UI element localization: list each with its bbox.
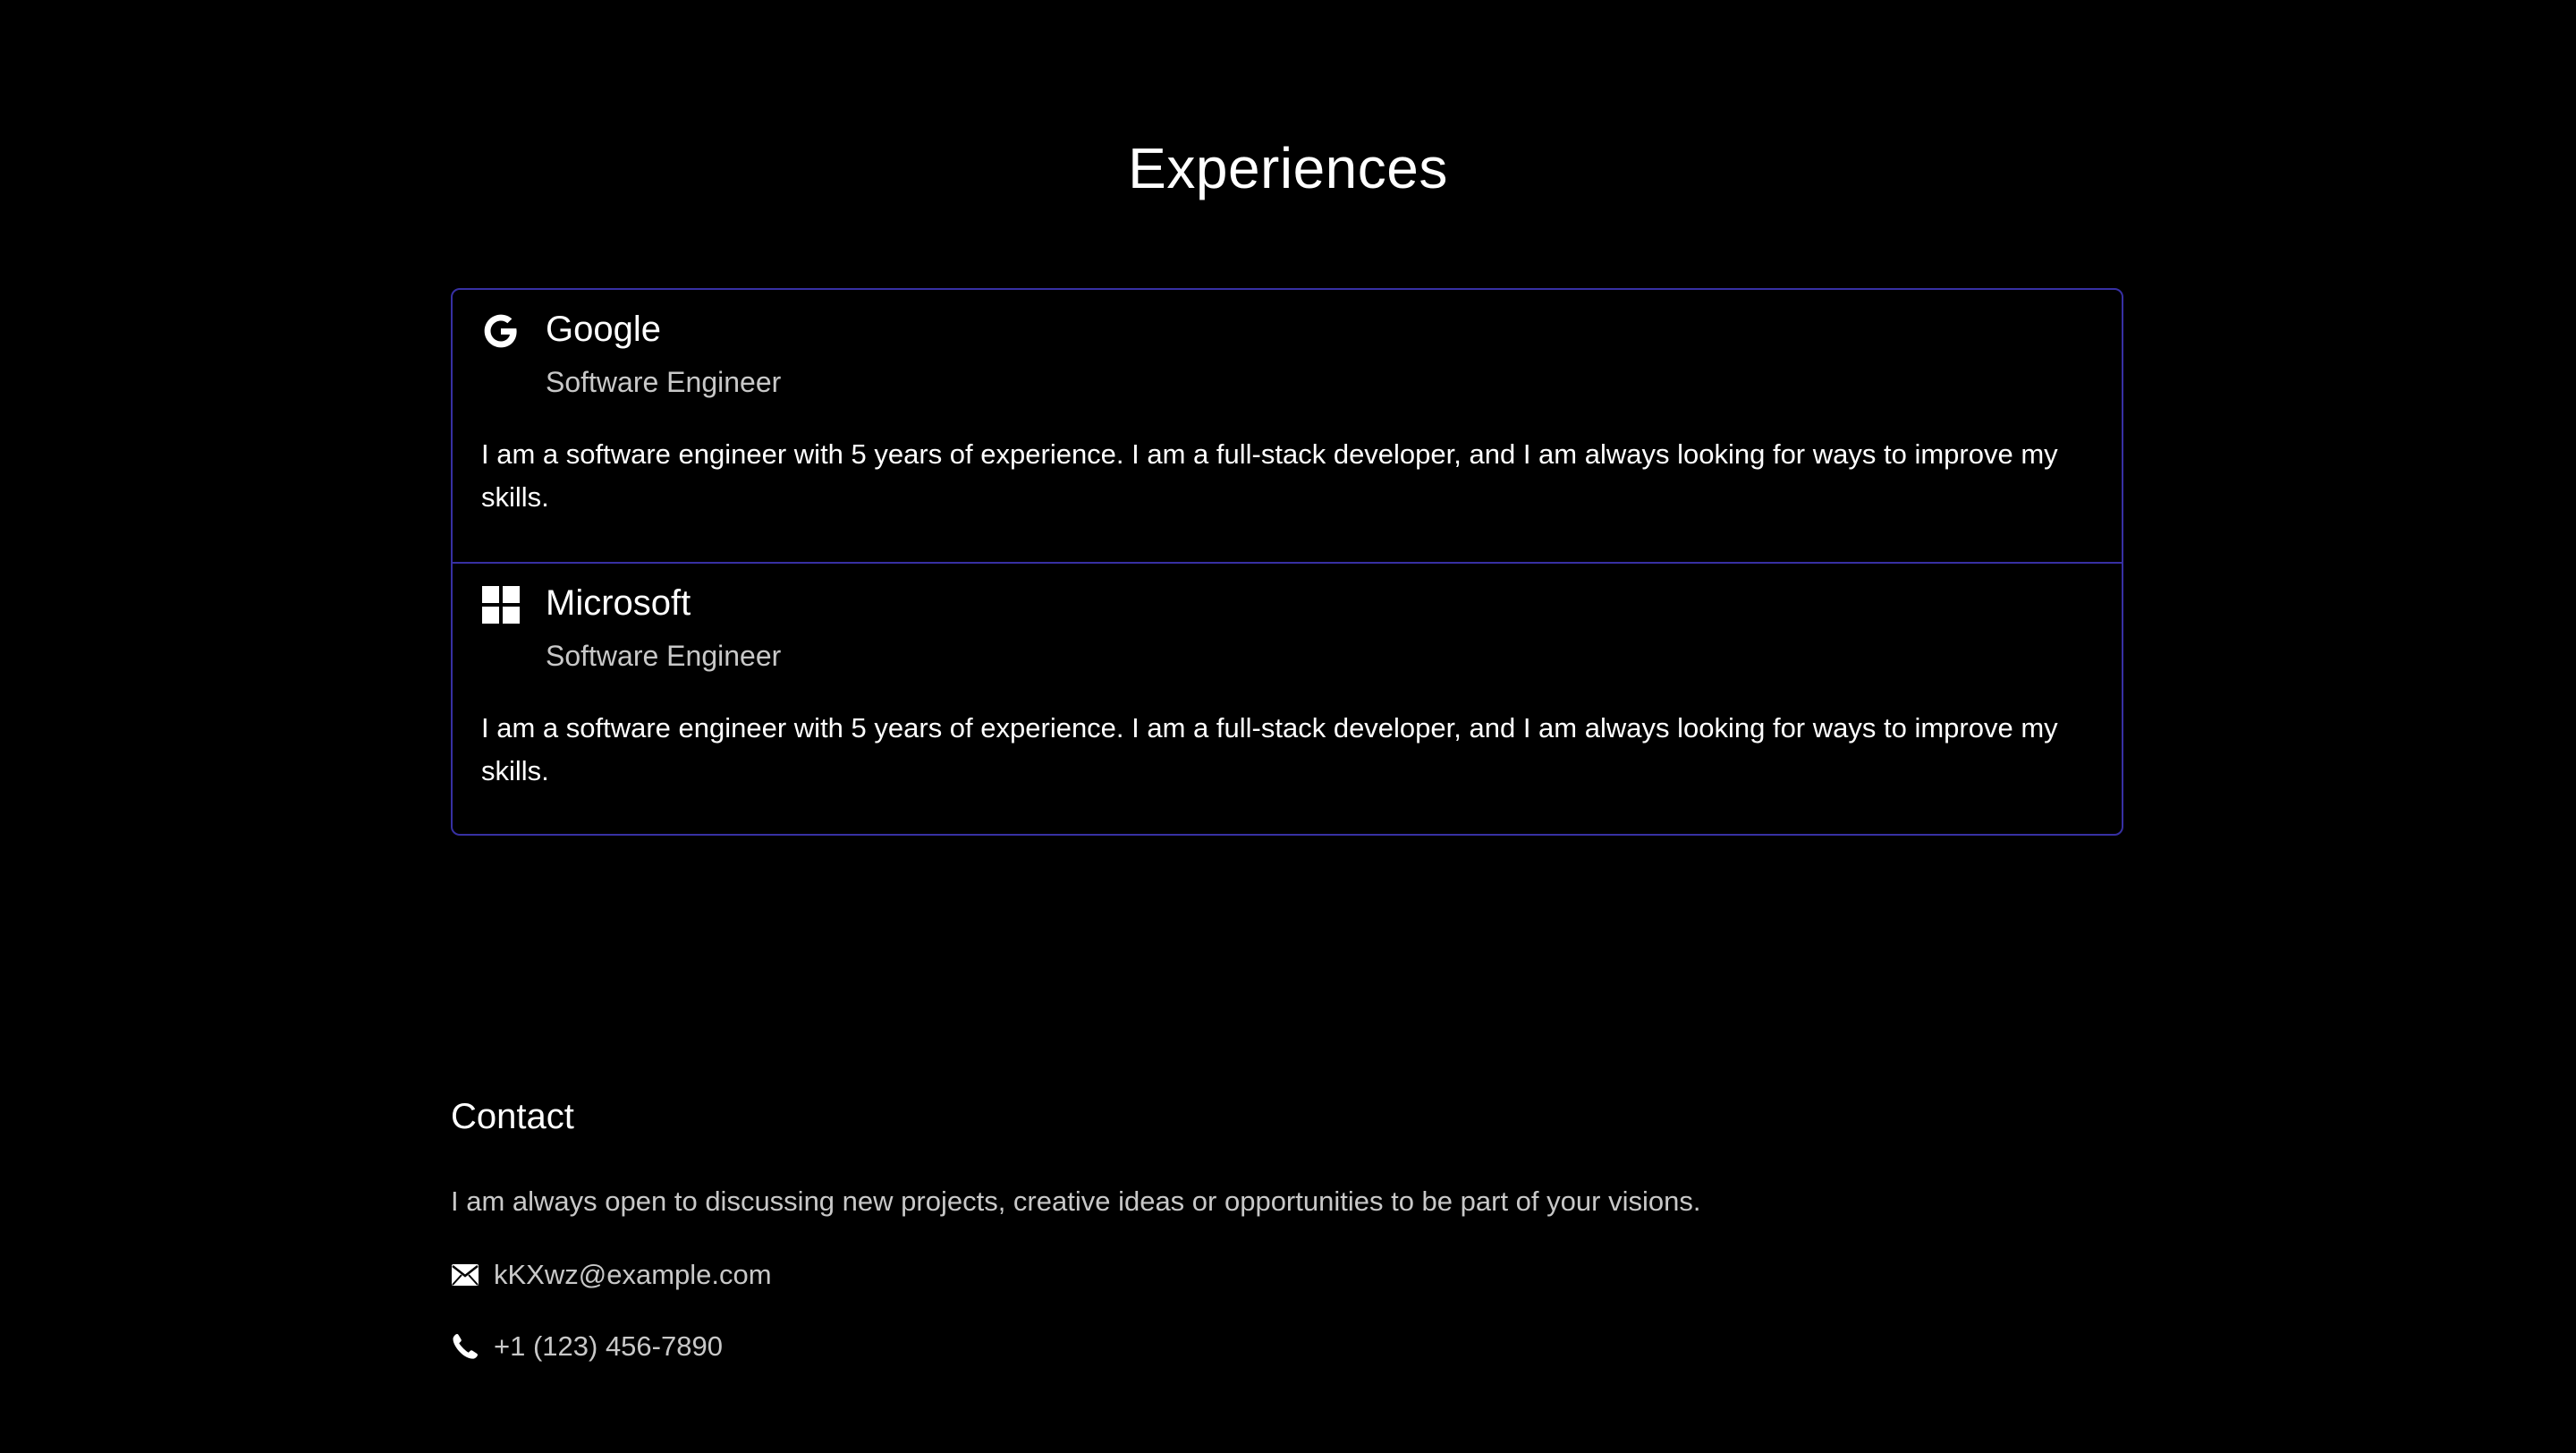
- phone-icon: [451, 1332, 479, 1361]
- phone-link[interactable]: +1 (123) 456-7890: [494, 1328, 723, 1365]
- experiences-title: Experiences: [1128, 136, 1448, 200]
- job-description: I am a software engineer with 5 years of…: [481, 712, 2058, 786]
- mail-icon: [451, 1261, 479, 1289]
- job-role: Software Engineer: [546, 640, 782, 672]
- experience-item-microsoft: Microsoft Software Engineer I am a softw…: [453, 562, 2122, 834]
- page: Experiences Google Software Engineer I a…: [0, 0, 2576, 1453]
- company-name: Microsoft: [546, 583, 691, 623]
- company-name: Google: [546, 310, 661, 349]
- experience-list: Google Software Engineer I am a software…: [451, 288, 2123, 836]
- google-icon: [481, 311, 521, 351]
- microsoft-icon: [481, 585, 521, 625]
- experience-item-google: Google Software Engineer I am a software…: [453, 290, 2122, 562]
- contact-title: Contact: [451, 1097, 574, 1136]
- job-role: Software Engineer: [546, 366, 782, 398]
- contact-description: I am always open to discussing new proje…: [451, 1185, 1701, 1217]
- email-link[interactable]: kKXwz@example.com: [494, 1256, 772, 1294]
- contact-email[interactable]: kKXwz@example.com: [451, 1256, 772, 1294]
- contact-phone[interactable]: +1 (123) 456-7890: [451, 1328, 723, 1365]
- job-description: I am a software engineer with 5 years of…: [481, 438, 2058, 513]
